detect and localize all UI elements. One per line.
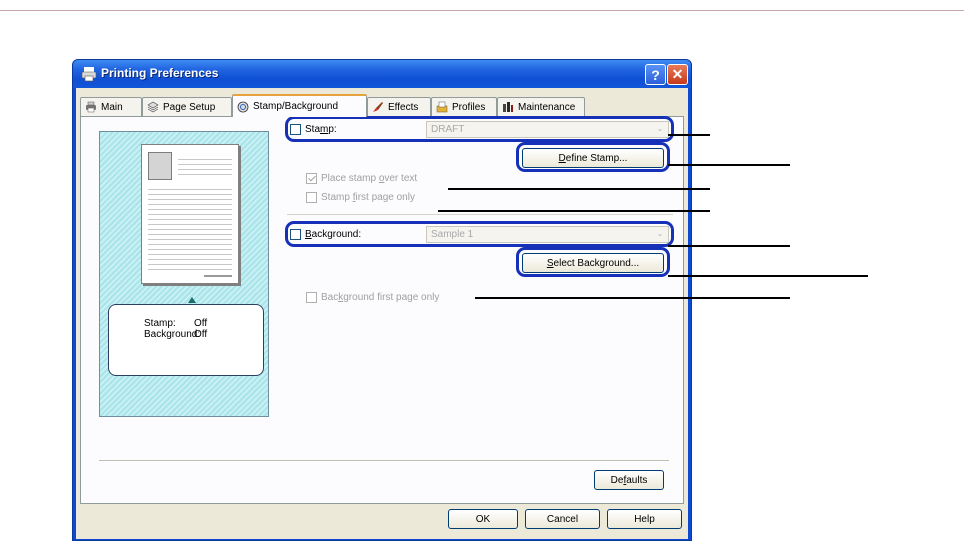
help-title-button[interactable]: ? <box>645 64 666 85</box>
footer-line <box>204 275 232 277</box>
tab-profiles-label: Profiles <box>452 101 486 113</box>
tab-stamp-background[interactable]: Stamp/Background <box>232 94 367 117</box>
section-divider <box>287 214 673 215</box>
background-first-page-label: Background first page only <box>321 292 440 303</box>
tab-profiles[interactable]: Profiles <box>431 97 497 116</box>
preview-area: Stamp: Off Background:Off <box>99 131 269 417</box>
stamp-select[interactable]: DRAFT ⌄ <box>426 121 669 138</box>
title-bar[interactable]: Printing Preferences ? ✕ <box>73 60 691 88</box>
ok-button[interactable]: OK <box>448 509 518 529</box>
settings-summary-box: Stamp: Off Background:Off <box>108 304 264 376</box>
printer-icon <box>81 67 97 82</box>
place-over-text-row[interactable]: Place stamp over text <box>306 173 417 184</box>
background-checkbox[interactable] <box>290 229 301 240</box>
background-select[interactable]: Sample 1 ⌄ <box>426 226 669 243</box>
top-divider <box>0 10 964 11</box>
stamp-first-page-checkbox[interactable] <box>306 192 317 203</box>
summary-background-row: Background:Off <box>144 329 207 340</box>
callout-line-stamp <box>668 134 710 136</box>
place-over-text-label: Place stamp over text <box>321 173 418 184</box>
background-first-page-row[interactable]: Background first page only <box>306 292 439 303</box>
tab-maintenance-label: Maintenance <box>518 101 576 113</box>
tab-stamp-background-label: Stamp/Background <box>253 101 339 112</box>
summary-stamp-row: Stamp: Off <box>144 318 207 329</box>
printing-preferences-window: Printing Preferences ? ✕ Main Page Setup… <box>72 59 692 541</box>
window-title: Printing Preferences <box>101 66 219 80</box>
tab-page-setup-label: Page Setup <box>163 101 216 113</box>
stamp-checkbox[interactable] <box>290 124 301 135</box>
profiles-icon <box>436 101 448 113</box>
callout-line-stamp-first-page <box>438 210 710 212</box>
stamp-first-page-label: Stamp first page only <box>321 192 415 203</box>
dialog-client: Main Page Setup Stamp/Background Effects… <box>76 88 688 539</box>
callout-line-background-first-page <box>475 297 790 299</box>
tab-effects[interactable]: Effects <box>367 97 431 116</box>
summary-background-value: Off <box>194 329 208 340</box>
text-lines <box>178 155 232 179</box>
chevron-down-icon: ⌄ <box>656 124 664 133</box>
tab-page-setup[interactable]: Page Setup <box>142 97 232 116</box>
stamp-checkbox-label: Stamp: <box>305 124 337 135</box>
tab-maintenance[interactable]: Maintenance <box>497 97 585 116</box>
background-select-value: Sample 1 <box>431 229 474 240</box>
tab-strip: Main Page Setup Stamp/Background Effects… <box>80 94 684 117</box>
callout-line-define-stamp <box>668 164 790 166</box>
stamp-placeholder <box>148 152 172 180</box>
background-first-page-checkbox[interactable] <box>306 292 317 303</box>
pointer-triangle <box>188 297 196 303</box>
printer-icon <box>86 101 96 113</box>
summary-background-label: Background: <box>144 329 201 340</box>
stamp-icon <box>237 101 249 112</box>
question-icon: ? <box>651 66 660 83</box>
tab-effects-label: Effects <box>388 101 419 113</box>
stamp-checkbox-row[interactable]: Stamp: <box>290 124 337 135</box>
cancel-button[interactable]: Cancel <box>525 509 600 529</box>
text-lines <box>148 185 232 271</box>
tools-icon <box>503 102 513 112</box>
place-over-text-checkbox[interactable] <box>306 173 317 184</box>
summary-stamp-value: Off <box>194 318 208 329</box>
close-button[interactable]: ✕ <box>667 64 688 85</box>
summary-stamp-label: Stamp: <box>144 318 176 329</box>
chevron-down-icon: ⌄ <box>656 229 664 238</box>
stamp-first-page-row[interactable]: Stamp first page only <box>306 192 415 203</box>
stamp-background-panel: Stamp: Off Background:Off Stamp: DRAFT ⌄ … <box>80 116 684 504</box>
brush-icon <box>373 102 383 112</box>
tab-main[interactable]: Main <box>80 97 142 116</box>
pages-icon <box>147 101 159 113</box>
select-background-button[interactable]: Select Background... <box>522 253 664 273</box>
callout-line-select-background <box>668 275 868 277</box>
define-stamp-button[interactable]: Define Stamp... <box>522 148 664 168</box>
panel-separator <box>99 460 669 461</box>
callout-line-background <box>668 245 790 247</box>
defaults-button[interactable]: De f aults <box>594 470 664 490</box>
background-checkbox-label: Background: <box>305 229 362 240</box>
help-button[interactable]: Help <box>607 509 682 529</box>
tab-main-label: Main <box>101 101 123 113</box>
callout-line-place-over-text <box>448 188 710 190</box>
page-preview <box>141 144 239 284</box>
stamp-select-value: DRAFT <box>431 124 465 135</box>
close-icon: ✕ <box>671 66 684 82</box>
background-checkbox-row[interactable]: Background: <box>290 229 361 240</box>
